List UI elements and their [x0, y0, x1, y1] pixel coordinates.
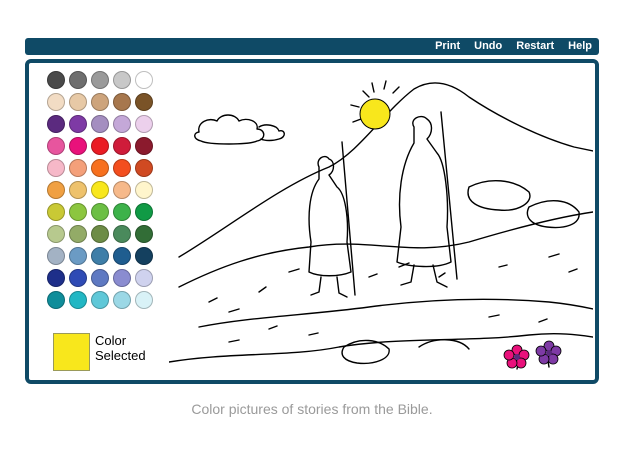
print-button[interactable]: Print: [428, 38, 467, 55]
color-swatch[interactable]: [47, 269, 65, 287]
staff-right: [440, 111, 458, 280]
color-swatch[interactable]: [69, 137, 87, 155]
color-swatch[interactable]: [47, 181, 65, 199]
color-swatch[interactable]: [69, 269, 87, 287]
color-swatch[interactable]: [135, 247, 153, 265]
color-swatch[interactable]: [69, 181, 87, 199]
staff-left: [341, 141, 356, 296]
color-swatch[interactable]: [91, 291, 109, 309]
color-swatch[interactable]: [69, 159, 87, 177]
cloud-outline: [194, 114, 265, 145]
color-swatch[interactable]: [47, 225, 65, 243]
color-swatch[interactable]: [91, 71, 109, 89]
selected-label-line2: Selected: [95, 348, 146, 363]
selected-label-line1: Color: [95, 333, 127, 348]
color-swatch[interactable]: [135, 137, 153, 155]
color-swatch[interactable]: [113, 291, 131, 309]
color-swatch[interactable]: [113, 269, 131, 287]
flower-purple: [535, 340, 562, 365]
color-swatch[interactable]: [69, 93, 87, 111]
color-swatch[interactable]: [91, 159, 109, 177]
selected-color-swatch: [53, 333, 90, 371]
coloring-canvas[interactable]: [169, 67, 593, 378]
color-swatch[interactable]: [113, 93, 131, 111]
top-menu-bar: Print Undo Restart Help: [25, 38, 599, 55]
color-swatch[interactable]: [135, 159, 153, 177]
color-swatch[interactable]: [113, 247, 131, 265]
color-swatch[interactable]: [113, 137, 131, 155]
page-caption: Color pictures of stories from the Bible…: [191, 401, 433, 417]
flower-pink: [503, 344, 530, 369]
color-swatch[interactable]: [69, 203, 87, 221]
color-swatch[interactable]: [91, 269, 109, 287]
color-swatch[interactable]: [91, 247, 109, 265]
color-swatch[interactable]: [47, 115, 65, 133]
color-swatch[interactable]: [47, 203, 65, 221]
color-swatch[interactable]: [135, 93, 153, 111]
path-line: [198, 298, 593, 328]
color-swatch[interactable]: [47, 71, 65, 89]
color-swatch[interactable]: [113, 159, 131, 177]
color-swatch[interactable]: [91, 137, 109, 155]
color-swatch[interactable]: [113, 225, 131, 243]
color-swatch[interactable]: [91, 181, 109, 199]
hill-line: [178, 211, 593, 288]
color-swatch[interactable]: [113, 203, 131, 221]
color-swatch[interactable]: [113, 71, 131, 89]
color-swatch[interactable]: [47, 93, 65, 111]
color-swatch[interactable]: [135, 181, 153, 199]
color-swatch[interactable]: [135, 291, 153, 309]
undo-button[interactable]: Undo: [467, 38, 509, 55]
color-swatch[interactable]: [69, 247, 87, 265]
color-swatch[interactable]: [69, 291, 87, 309]
color-swatch[interactable]: [113, 115, 131, 133]
color-swatch[interactable]: [69, 225, 87, 243]
color-swatch[interactable]: [47, 137, 65, 155]
color-swatch[interactable]: [135, 71, 153, 89]
color-swatch[interactable]: [47, 291, 65, 309]
color-swatch[interactable]: [47, 247, 65, 265]
color-swatch[interactable]: [69, 71, 87, 89]
sun: [359, 98, 391, 130]
color-swatch[interactable]: [91, 225, 109, 243]
selected-color-label: Color Selected: [95, 333, 146, 363]
color-swatch[interactable]: [113, 181, 131, 199]
help-button[interactable]: Help: [561, 38, 599, 55]
color-swatch[interactable]: [135, 203, 153, 221]
color-swatch[interactable]: [135, 115, 153, 133]
restart-button[interactable]: Restart: [509, 38, 561, 55]
coloring-frame: Color Selected: [25, 59, 599, 384]
color-swatch[interactable]: [135, 225, 153, 243]
color-palette: [47, 71, 154, 309]
color-swatch[interactable]: [91, 115, 109, 133]
color-swatch[interactable]: [91, 93, 109, 111]
color-swatch[interactable]: [47, 159, 65, 177]
color-swatch[interactable]: [135, 269, 153, 287]
color-swatch[interactable]: [69, 115, 87, 133]
color-swatch[interactable]: [91, 203, 109, 221]
